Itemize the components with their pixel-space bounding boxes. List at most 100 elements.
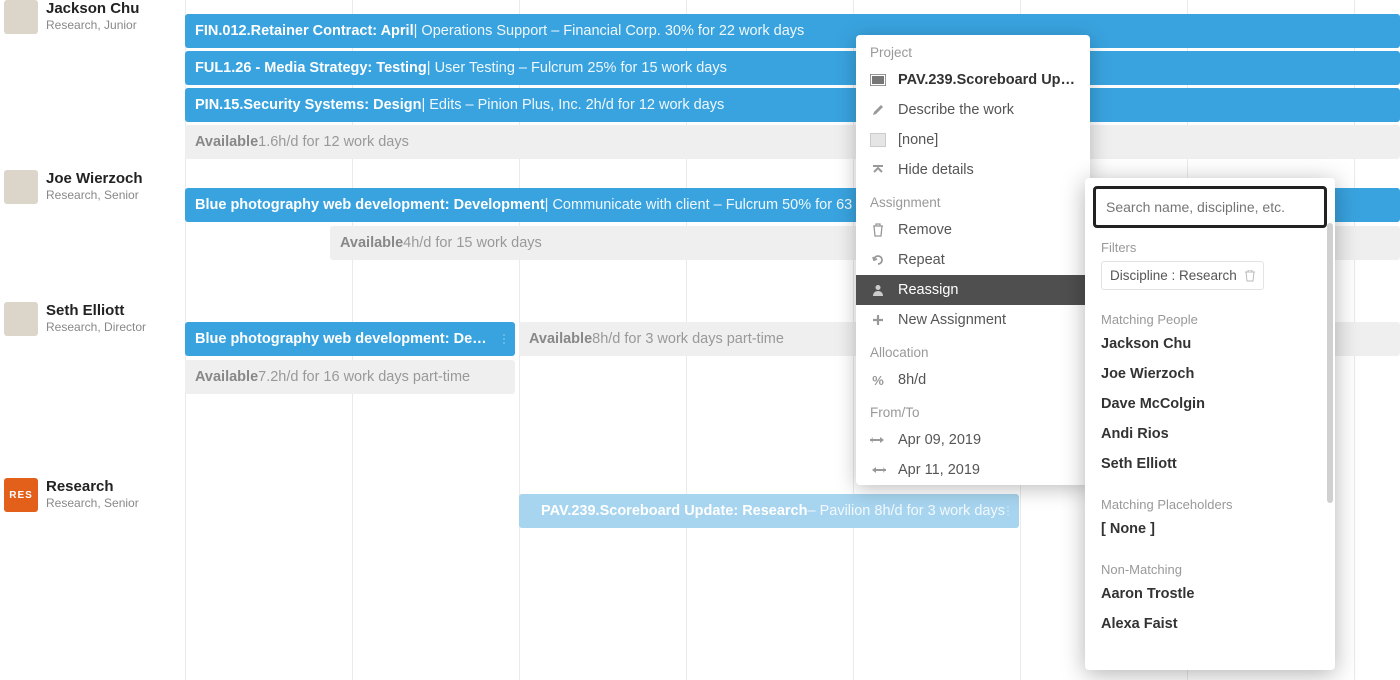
bar-detail: 7.2h/d for 16 work days part-time [258,369,470,385]
bar-title: PAV.239.Scoreboard Update: Research [541,503,807,519]
assignment-bar[interactable]: FIN.012.Retainer Contract: April | Opera… [185,14,1400,48]
repeat-icon [870,252,886,268]
filters-label: Filters [1085,236,1335,257]
plus-icon [870,312,886,328]
avatar[interactable] [4,302,38,336]
tag-swatch-icon [870,133,886,147]
from-date: Apr 09, 2019 [898,432,981,448]
repeat-button[interactable]: Repeat [856,245,1090,275]
person-option[interactable]: Jackson Chu [1085,329,1335,359]
person-name[interactable]: Joe Wierzoch [46,170,143,187]
bar-title: Available [195,134,258,150]
allocation-button[interactable]: % 8h/d [856,365,1090,395]
placeholder-avatar[interactable]: RES [4,478,38,512]
collapse-icon [870,162,886,178]
person-name[interactable]: Research [46,478,139,495]
new-assignment-label: New Assignment [898,312,1006,328]
popover-section-assignment: Assignment [856,185,1090,215]
person-role: Research, Director [46,320,146,334]
filter-chip[interactable]: Discipline : Research [1101,261,1264,290]
date-from-icon [870,432,886,448]
assignment-bar[interactable]: Blue photography web development: De… [185,322,515,356]
matching-people-label: Matching People [1085,308,1335,329]
person-sidebar[interactable]: Joe Wierzoch Research, Senior [4,170,184,204]
assignment-bar[interactable]: PAV.239.Scoreboard Update: Research – Pa… [519,494,1019,528]
reassign-label: Reassign [898,282,958,298]
scrollbar-thumb[interactable] [1327,223,1333,503]
tag-label: [none] [898,132,938,148]
pencil-icon [870,102,886,118]
project-name: PAV.239.Scoreboard Updat… [898,72,1076,88]
bar-detail: – Pavilion 8h/d for 3 work days [807,503,1004,519]
person-name[interactable]: Seth Elliott [46,302,146,319]
person-role: Research, Senior [46,188,143,202]
remove-label: Remove [898,222,952,238]
popover-section-allocation: Allocation [856,335,1090,365]
to-date: Apr 11, 2019 [898,462,980,478]
assignment-bar[interactable]: PIN.15.Security Systems: Design | Edits … [185,88,1400,122]
person-option[interactable]: Dave McColgin [1085,389,1335,419]
person-option[interactable]: Joe Wierzoch [1085,359,1335,389]
search-input[interactable] [1093,186,1327,228]
bar-title: FUL1.26 - Media Strategy: Testing [195,60,427,76]
person-option[interactable]: Alexa Faist [1085,609,1335,639]
date-to-icon [870,462,886,478]
bar-detail: 1.6h/d for 12 work days [258,134,409,150]
filter-chip-label: Discipline : Research [1110,268,1237,283]
avatar[interactable] [4,170,38,204]
drag-handle-icon[interactable] [1007,494,1013,528]
availability-bar[interactable]: Available 1.6h/d for 12 work days [185,125,1400,159]
bar-detail: | Operations Support – Financial Corp. 3… [414,23,805,39]
popover-section-project: Project [856,35,1090,65]
bar-title: Blue photography web development: Develo… [195,197,545,213]
bar-detail: 8h/d for 3 work days part-time [592,331,784,347]
popover-section-fromto: From/To [856,395,1090,425]
bar-detail: 4h/d for 15 work days [403,235,542,251]
bar-title: Blue photography web development: De… [195,331,487,347]
from-date-button[interactable]: Apr 09, 2019 [856,425,1090,455]
describe-work-button[interactable]: Describe the work [856,95,1090,125]
availability-bar[interactable]: Available 7.2h/d for 16 work days part-t… [185,360,515,394]
person-sidebar[interactable]: Seth Elliott Research, Director [4,302,184,336]
project-icon [870,72,886,88]
reassign-button[interactable]: Reassign [856,275,1090,305]
bar-detail: | Edits – Pinion Plus, Inc. 2h/d for 12 … [421,97,724,113]
matching-placeholders-label: Matching Placeholders [1085,493,1335,514]
bar-title: Available [195,369,258,385]
remove-filter-icon[interactable] [1245,270,1255,282]
describe-label: Describe the work [898,102,1014,118]
allocation-value: 8h/d [898,372,926,388]
assignment-bar[interactable]: FUL1.26 - Media Strategy: Testing | User… [185,51,1400,85]
schedule-board: Jackson Chu Research, Junior FIN.012.Ret… [0,0,1400,680]
hide-details-button[interactable]: Hide details [856,155,1090,185]
person-sidebar[interactable]: Jackson Chu Research, Junior [4,0,184,34]
hide-label: Hide details [898,162,974,178]
drag-handle-icon[interactable] [503,322,509,356]
person-role: Research, Senior [46,496,139,510]
person-sidebar[interactable]: RES Research Research, Senior [4,478,184,512]
repeat-label: Repeat [898,252,945,268]
trash-icon [870,222,886,238]
person-option[interactable]: Aaron Trostle [1085,579,1335,609]
assignment-popover: Project PAV.239.Scoreboard Updat… Descri… [856,35,1090,485]
person-row: Jackson Chu Research, Junior FIN.012.Ret… [0,0,1400,170]
bar-title: FIN.012.Retainer Contract: April [195,23,414,39]
percent-icon: % [870,372,886,388]
reassign-flyout: Filters Discipline : Research Matching P… [1085,178,1335,670]
remove-button[interactable]: Remove [856,215,1090,245]
new-assignment-button[interactable]: New Assignment [856,305,1090,335]
tag-button[interactable]: [none] [856,125,1090,155]
bar-detail: | User Testing – Fulcrum 25% for 15 work… [427,60,727,76]
to-date-button[interactable]: Apr 11, 2019 [856,455,1090,485]
person-option[interactable]: Seth Elliott [1085,449,1335,479]
person-name[interactable]: Jackson Chu [46,0,139,17]
bar-title: PIN.15.Security Systems: Design [195,97,421,113]
person-role: Research, Junior [46,18,139,32]
placeholder-option[interactable]: [ None ] [1085,514,1335,544]
avatar[interactable] [4,0,38,34]
person-option[interactable]: Andi Rios [1085,419,1335,449]
non-matching-label: Non-Matching [1085,558,1335,579]
search-wrap [1085,178,1335,236]
bar-title: Available [340,235,403,251]
project-link[interactable]: PAV.239.Scoreboard Updat… [856,65,1090,95]
